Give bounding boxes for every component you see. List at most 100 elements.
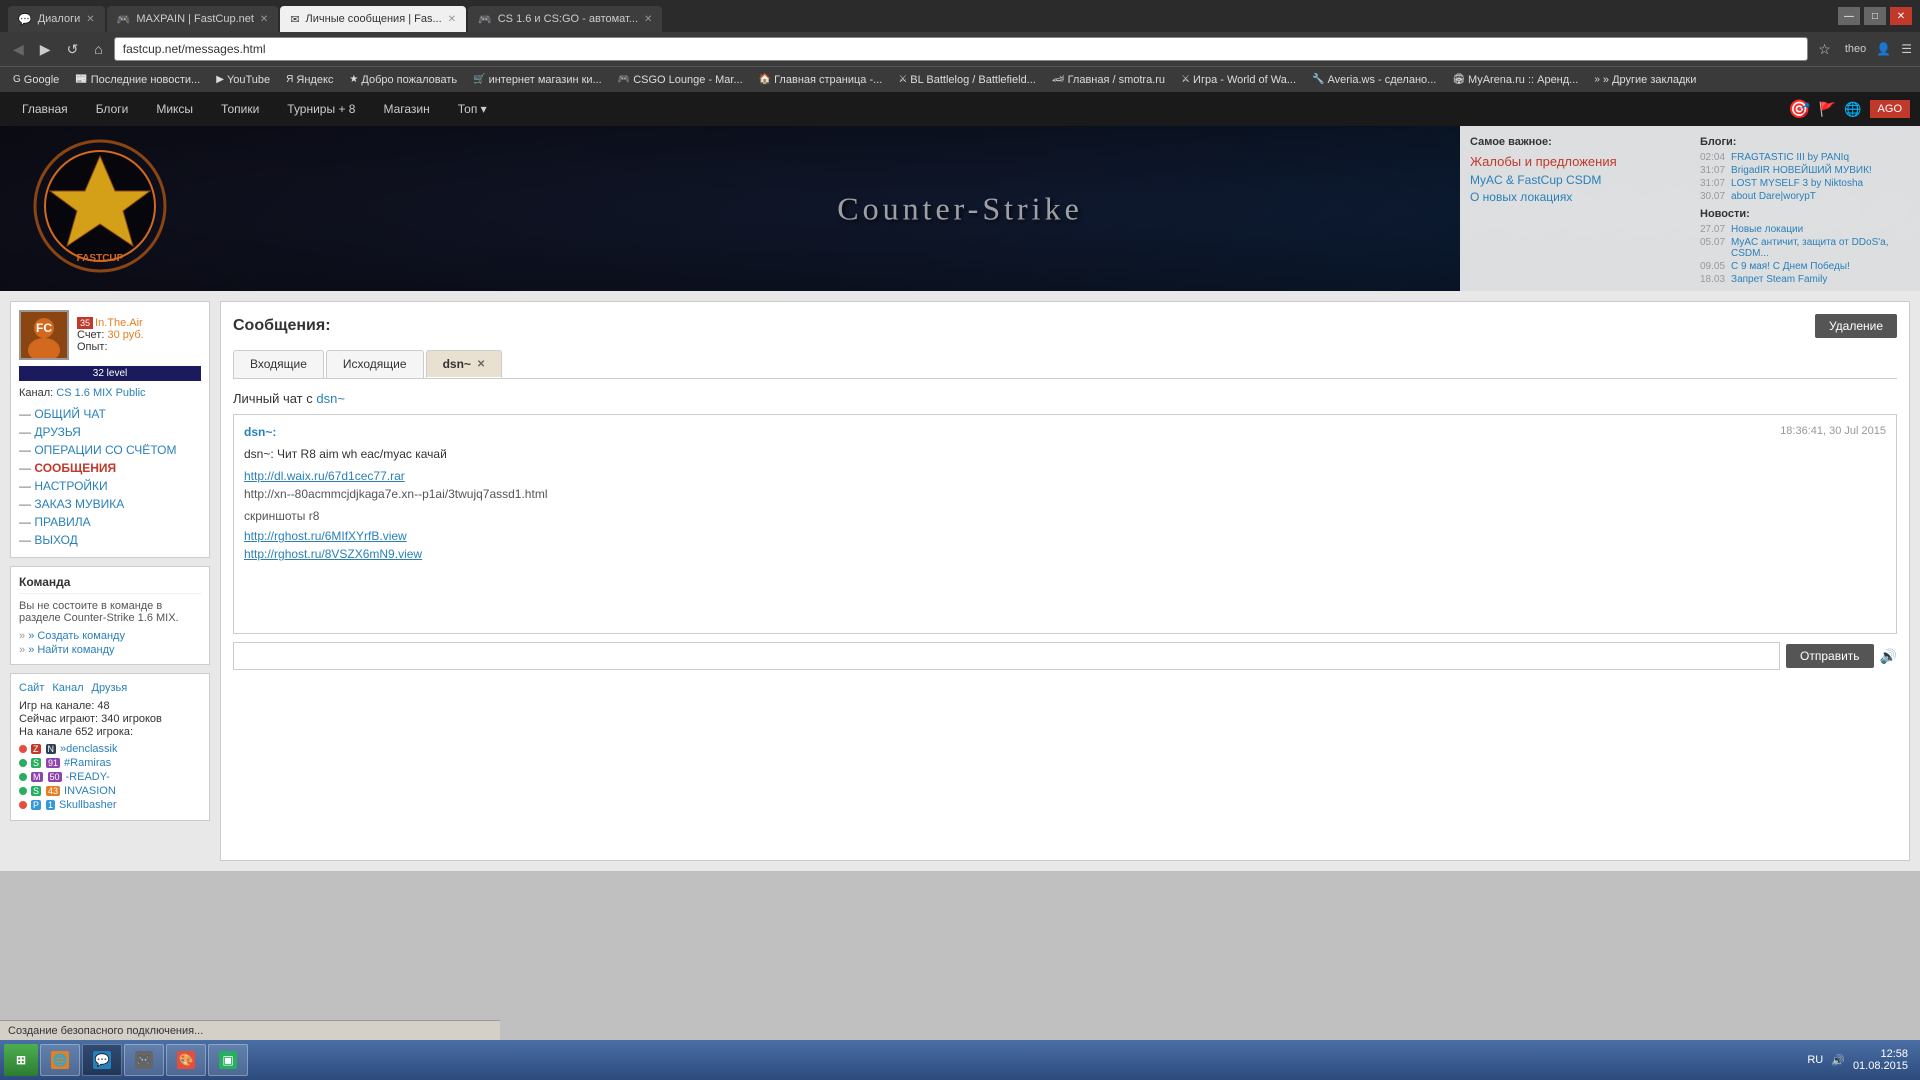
taskbar-app-nvidia[interactable]: ▣ bbox=[208, 1044, 248, 1076]
news-link[interactable]: Запрет Steam Family bbox=[1731, 274, 1827, 285]
bookmark-item[interactable]: 📰Последние новости... bbox=[68, 72, 207, 88]
bookmark-item[interactable]: ⚔Игра - World of Wa... bbox=[1174, 72, 1303, 88]
bookmark-star[interactable]: ☆ bbox=[1818, 41, 1831, 58]
complaints-link[interactable]: Жалобы и предложения bbox=[1470, 154, 1680, 169]
team-link[interactable]: » Найти команду bbox=[19, 644, 201, 656]
sidebar-menu-item[interactable]: ОПЕРАЦИИ СО СЧЁТОМ bbox=[19, 441, 201, 459]
myac-link[interactable]: MyAC & FastCup CSDM bbox=[1470, 173, 1680, 187]
tab-close-icon[interactable]: ✕ bbox=[448, 14, 456, 25]
maximize-button[interactable]: □ bbox=[1864, 7, 1886, 25]
bookmark-item[interactable]: ⚔BL Battlelog / Battlefield... bbox=[891, 72, 1043, 88]
minimize-button[interactable]: — bbox=[1838, 7, 1860, 25]
bookmark-item[interactable]: 🎮CSGO Lounge - Mar... bbox=[611, 72, 750, 88]
bookmark-item[interactable]: 🏠Главная страница -... bbox=[752, 72, 890, 88]
sidebar-menu-link[interactable]: ВЫХОД bbox=[34, 533, 77, 547]
site-nav-item[interactable]: Главная bbox=[10, 96, 80, 122]
site-nav-item[interactable]: Топ ▾ bbox=[446, 96, 499, 122]
player-name[interactable]: -READY- bbox=[66, 771, 110, 783]
user-name-link[interactable]: In.The.Air bbox=[95, 317, 143, 329]
taskbar-app-paint[interactable]: 🎨 bbox=[166, 1044, 206, 1076]
channel-panel-link[interactable]: Канал bbox=[52, 682, 83, 694]
chat-messages-box[interactable]: dsn~: 18:36:41, 30 Jul 2015 dsn~: Чит R8… bbox=[233, 414, 1897, 634]
send-button[interactable]: Отправить bbox=[1786, 644, 1874, 668]
bookmark-item[interactable]: 🔧Averia.ws - сделано... bbox=[1305, 72, 1443, 88]
taskbar-app-skype[interactable]: 💬 bbox=[82, 1044, 122, 1076]
close-button[interactable]: ✕ bbox=[1890, 7, 1912, 25]
news-link[interactable]: MyAC античит, защита от DDoS'а, CSDM... bbox=[1731, 237, 1910, 259]
blog-link[interactable]: BrigadIR НОВЕЙШИЙ МУВИК! bbox=[1731, 165, 1872, 176]
site-nav-item[interactable]: Магазин bbox=[371, 96, 441, 122]
chat-input[interactable] bbox=[233, 642, 1780, 670]
player-name[interactable]: »denclassik bbox=[60, 743, 117, 755]
sidebar-menu-item[interactable]: СООБЩЕНИЯ bbox=[19, 459, 201, 477]
bookmark-item[interactable]: GGoogle bbox=[6, 72, 66, 88]
bookmark-item[interactable]: ▶YouTube bbox=[209, 72, 277, 88]
volume-icon[interactable]: 🔊 bbox=[1831, 1054, 1845, 1067]
tab-close-x[interactable]: ✕ bbox=[477, 359, 485, 370]
forward-button[interactable]: ▶ bbox=[35, 39, 56, 60]
sidebar-menu-item[interactable]: ЗАКАЗ МУВИКА bbox=[19, 495, 201, 513]
back-button[interactable]: ◀ bbox=[8, 39, 29, 60]
site-nav-item[interactable]: Топики bbox=[209, 96, 271, 122]
player-name[interactable]: Skullbasher bbox=[59, 799, 116, 811]
chat-link-4[interactable]: http://rghost.ru/8VSZX6mN9.view bbox=[244, 547, 1886, 561]
flag-icon[interactable]: 🚩 bbox=[1819, 101, 1836, 118]
home-button[interactable]: ⌂ bbox=[89, 39, 107, 59]
blog-link[interactable]: about Dare|woryрТ bbox=[1731, 191, 1816, 202]
news-link[interactable]: Новые локации bbox=[1731, 224, 1803, 235]
address-bar[interactable]: fastcup.net/messages.html bbox=[114, 37, 1809, 61]
tab-close-icon[interactable]: ✕ bbox=[86, 14, 94, 25]
locations-link[interactable]: О новых локациях bbox=[1470, 190, 1680, 204]
channel-panel-link[interactable]: Друзья bbox=[92, 682, 128, 694]
sidebar-menu-link[interactable]: СООБЩЕНИЯ bbox=[34, 461, 116, 475]
globe-icon[interactable]: 🌐 bbox=[1844, 101, 1861, 118]
chat-link-3[interactable]: http://rghost.ru/6MIfXYrfB.view bbox=[244, 529, 1886, 543]
sidebar-menu-item[interactable]: ВЫХОД bbox=[19, 531, 201, 549]
channel-link[interactable]: CS 1.6 MIX Public bbox=[56, 387, 145, 399]
browser-tab-tab2[interactable]: 🎮MAXPAIN | FastCup.net✕ bbox=[107, 6, 279, 32]
bookmark-item[interactable]: 🛒интернет магазин ки... bbox=[466, 72, 609, 88]
site-nav-item[interactable]: Турниры + 8 bbox=[275, 96, 367, 122]
news-link[interactable]: С 9 мая! С Днем Победы! bbox=[1731, 261, 1850, 272]
site-nav-item[interactable]: Блоги bbox=[84, 96, 141, 122]
cs-logo-icon[interactable]: 🎯 bbox=[1788, 99, 1810, 120]
bookmark-item[interactable]: »» Другие закладки bbox=[1587, 72, 1703, 88]
sidebar-menu-item[interactable]: НАСТРОЙКИ bbox=[19, 477, 201, 495]
bookmark-item[interactable]: 🏟MyArena.ru :: Аренд... bbox=[1445, 72, 1585, 88]
blog-link[interactable]: FRAGTASTIC III by PANIq bbox=[1731, 152, 1849, 163]
site-nav-item[interactable]: Миксы bbox=[144, 96, 205, 122]
bookmark-item[interactable]: 🏎Главная / smotra.ru bbox=[1045, 72, 1172, 88]
sidebar-menu-link[interactable]: ПРАВИЛА bbox=[34, 515, 90, 529]
sidebar-menu-link[interactable]: ДРУЗЬЯ bbox=[34, 425, 80, 439]
login-button[interactable]: AGO bbox=[1870, 100, 1910, 118]
start-button[interactable]: ⊞ bbox=[4, 1044, 38, 1076]
chat-partner-link[interactable]: dsn~ bbox=[316, 391, 345, 406]
reload-button[interactable]: ↺ bbox=[62, 39, 84, 60]
sidebar-menu-link[interactable]: ЗАКАЗ МУВИКА bbox=[34, 497, 124, 511]
sound-icon[interactable]: 🔊 bbox=[1880, 648, 1897, 665]
bookmark-item[interactable]: ЯЯндекс bbox=[279, 72, 340, 88]
chat-link-1[interactable]: http://dl.waix.ru/67d1cec77.rar bbox=[244, 469, 1886, 483]
message-tab-[interactable]: Исходящие bbox=[326, 350, 424, 378]
sidebar-menu-item[interactable]: ДРУЗЬЯ bbox=[19, 423, 201, 441]
tab-close-icon[interactable]: ✕ bbox=[644, 14, 652, 25]
sidebar-menu-item[interactable]: ПРАВИЛА bbox=[19, 513, 201, 531]
player-name[interactable]: #Ramiras bbox=[64, 757, 111, 769]
message-tab-[interactable]: Входящие bbox=[233, 350, 324, 378]
tab-close-icon[interactable]: ✕ bbox=[260, 14, 268, 25]
team-link[interactable]: » Создать команду bbox=[19, 630, 201, 642]
message-tab-dsn[interactable]: dsn~✕ bbox=[426, 350, 503, 378]
player-name[interactable]: INVASION bbox=[64, 785, 116, 797]
sidebar-menu-link[interactable]: ОБЩИЙ ЧАТ bbox=[34, 407, 105, 421]
blog-link[interactable]: LOST MYSELF 3 by Niktоsha bbox=[1731, 178, 1863, 189]
sidebar-menu-item[interactable]: ОБЩИЙ ЧАТ bbox=[19, 405, 201, 423]
bookmark-item[interactable]: ★Добро пожаловать bbox=[342, 72, 464, 88]
taskbar-app-cs[interactable]: 🎮 bbox=[124, 1044, 164, 1076]
browser-tab-tab4[interactable]: 🎮CS 1.6 и CS:GO - автомат...✕ bbox=[468, 6, 662, 32]
channel-panel-link[interactable]: Сайт bbox=[19, 682, 44, 694]
menu-icon[interactable]: ☰ bbox=[1901, 42, 1912, 56]
browser-tab-tab3[interactable]: ✉Личные сообщения | Fas...✕ bbox=[280, 6, 466, 32]
sidebar-menu-link[interactable]: НАСТРОЙКИ bbox=[34, 479, 107, 493]
score-value[interactable]: 30 руб. bbox=[107, 329, 143, 341]
sidebar-menu-link[interactable]: ОПЕРАЦИИ СО СЧЁТОМ bbox=[34, 443, 176, 457]
